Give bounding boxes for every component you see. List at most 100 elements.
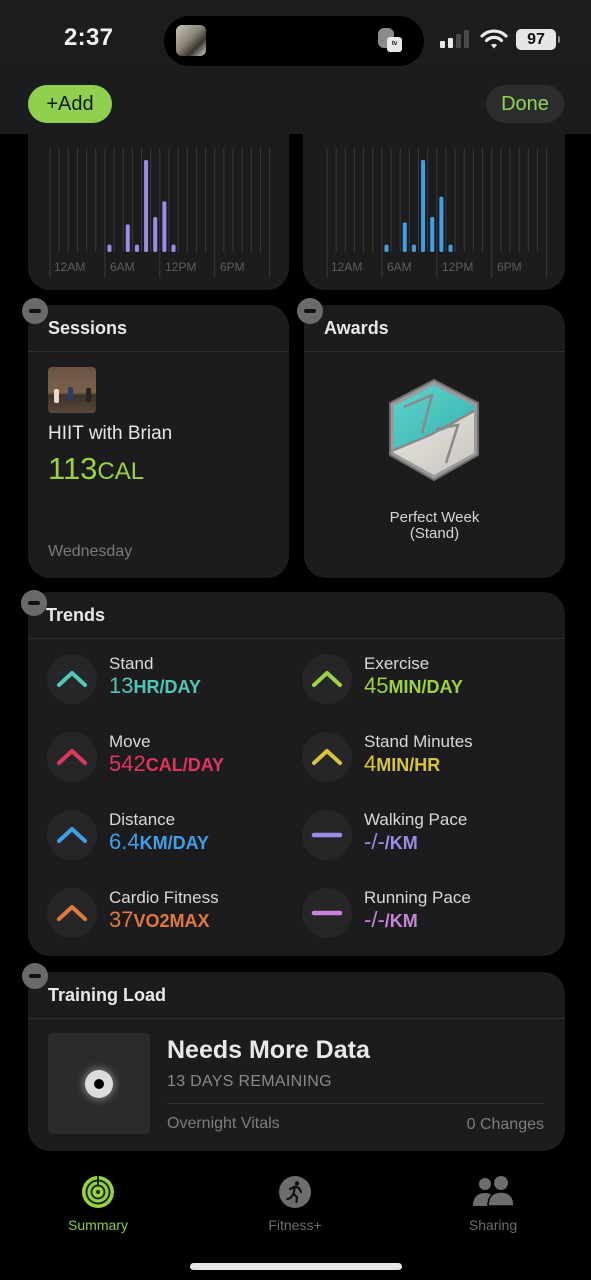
- x-tick-label: 12PM: [442, 260, 474, 274]
- card-title: Training Load: [28, 972, 565, 1019]
- trend-flat-dash-icon: [311, 910, 343, 916]
- training-load-graphic: [48, 1033, 150, 1134]
- remove-training-load-button[interactable]: [22, 963, 48, 989]
- trend-item-exercise[interactable]: Exercise 45MIN/DAY: [302, 654, 552, 710]
- trend-indicator: [302, 888, 352, 938]
- trend-value-unit: /KM: [384, 911, 418, 931]
- trend-item-cardio-fitness[interactable]: Cardio Fitness 37VO2MAX: [47, 888, 297, 944]
- trend-value: -/-/KM: [364, 829, 418, 855]
- overnight-vitals-label: Overnight Vitals: [167, 1115, 280, 1132]
- overnight-vitals-changes: 0 Changes: [466, 1116, 544, 1133]
- training-load-status: Needs More Data: [167, 1036, 370, 1064]
- trend-value-unit: MIN/DAY: [388, 677, 463, 697]
- bar-hour-10: [144, 160, 149, 252]
- done-button[interactable]: Done: [486, 85, 564, 123]
- trend-item-stand-minutes[interactable]: Stand Minutes 4MIN/HR: [302, 732, 552, 788]
- trend-value-number: 37: [109, 907, 134, 932]
- trend-label: Move: [109, 732, 151, 751]
- card-title: Trends: [28, 592, 565, 639]
- remove-trends-button[interactable]: [21, 590, 47, 616]
- now-playing-artwork: [176, 25, 206, 56]
- trend-value-unit: /KM: [384, 833, 418, 853]
- card-title: Sessions: [28, 305, 289, 352]
- trend-value: 45MIN/DAY: [364, 673, 463, 699]
- x-tick-label: 6AM: [110, 260, 135, 274]
- bar-hour-11: [153, 217, 158, 252]
- session-calories: 113CAL: [48, 451, 144, 487]
- x-tick-label: 6PM: [220, 260, 245, 274]
- x-tick-label: 6PM: [497, 260, 522, 274]
- tab-fitness-plus[interactable]: Fitness+: [235, 1175, 355, 1233]
- trend-value-number: 13: [109, 673, 134, 698]
- session-thumbnail: [48, 367, 96, 413]
- fitness-plus-icon: [279, 1176, 311, 1208]
- trend-indicator: [47, 810, 97, 860]
- trend-item-stand[interactable]: Stand 13HR/DAY: [47, 654, 297, 710]
- award-name-line1: Perfect Week: [389, 509, 480, 526]
- bar-hour-6: [384, 244, 389, 252]
- bar-hour-12: [439, 196, 444, 252]
- trend-flat-dash-icon: [311, 832, 343, 838]
- trend-item-distance[interactable]: Distance 6.4KM/DAY: [47, 810, 297, 866]
- trend-indicator: [302, 654, 352, 704]
- trend-indicator: [47, 732, 97, 782]
- add-button[interactable]: +Add: [28, 85, 112, 123]
- home-indicator[interactable]: [190, 1263, 402, 1270]
- trend-label: Stand Minutes: [364, 732, 473, 751]
- trend-value-number: -/-: [364, 907, 385, 932]
- trend-value: 542CAL/DAY: [109, 751, 224, 777]
- bar-hour-10: [421, 160, 426, 252]
- bar-hour-13: [448, 244, 453, 252]
- trend-label: Stand: [109, 654, 154, 673]
- trend-value: 13HR/DAY: [109, 673, 201, 699]
- training-load-card[interactable]: Training Load Needs More Data 13 DAYS RE…: [28, 972, 565, 1151]
- apple-tv-icon: tv: [378, 28, 404, 54]
- trend-item-move[interactable]: Move 542CAL/DAY: [47, 732, 297, 788]
- training-load-remaining: 13 DAYS REMAINING: [167, 1073, 332, 1090]
- session-workout-name: HIIT with Brian: [48, 423, 173, 444]
- calories-value: 113: [48, 451, 98, 486]
- trend-item-running-pace[interactable]: Running Pace -/-/KM: [302, 888, 552, 944]
- bar-hour-13: [171, 244, 176, 252]
- trend-value-unit: CAL/DAY: [145, 755, 225, 775]
- bar-hour-8: [125, 224, 130, 252]
- trend-value-unit: KM/DAY: [139, 833, 209, 853]
- trend-indicator: [302, 732, 352, 782]
- remove-awards-button[interactable]: [297, 298, 323, 324]
- bar-hour-8: [402, 222, 407, 252]
- trend-value-unit: MIN/HR: [376, 755, 441, 775]
- trend-label: Walking Pace: [364, 810, 468, 829]
- sharing-icon: [473, 1176, 515, 1207]
- perfect-week-stand-award-icon: [389, 379, 479, 481]
- award-name-line2: (Stand): [409, 525, 460, 542]
- trend-label: Running Pace: [364, 888, 471, 907]
- trend-label: Cardio Fitness: [109, 888, 219, 907]
- x-tick-label: 6AM: [387, 260, 412, 274]
- session-day: Wednesday: [48, 543, 133, 560]
- x-tick-label: 12AM: [54, 260, 86, 274]
- trend-value-number: 4: [364, 751, 377, 776]
- tab-sharing[interactable]: Sharing: [433, 1175, 553, 1233]
- trend-label: Exercise: [364, 654, 430, 673]
- calories-unit: CAL: [97, 458, 145, 485]
- trend-indicator: [47, 888, 97, 938]
- trend-up-arrow-icon: [312, 671, 342, 687]
- dynamic-island[interactable]: tv: [164, 16, 424, 66]
- x-tick-label: 12AM: [331, 260, 363, 274]
- tab-summary[interactable]: Summary: [38, 1175, 158, 1233]
- activity-rings-icon: [82, 1176, 114, 1208]
- trends-card[interactable]: Trends Stand 13HR/DAY Exercise 45MIN/DAY…: [28, 592, 565, 956]
- remove-sessions-button[interactable]: [22, 298, 48, 324]
- sessions-card[interactable]: Sessions HIIT with Brian 113CAL Wednesda…: [28, 305, 289, 578]
- bar-hour-11: [430, 217, 435, 252]
- awards-card[interactable]: Awards Perfect Week (Stand): [304, 305, 565, 578]
- divider: [167, 1103, 544, 1104]
- trend-item-walking-pace[interactable]: Walking Pace -/-/KM: [302, 810, 552, 866]
- trend-up-arrow-icon: [312, 749, 342, 765]
- top-bar: 2:37 tv 97 +Add Done: [0, 0, 591, 134]
- battery-indicator: 97: [516, 29, 560, 50]
- status-time: 2:37: [64, 24, 114, 51]
- trend-value-number: 6.4: [109, 829, 140, 854]
- trend-value: 37VO2MAX: [109, 907, 210, 933]
- x-tick-label: 12PM: [165, 260, 197, 274]
